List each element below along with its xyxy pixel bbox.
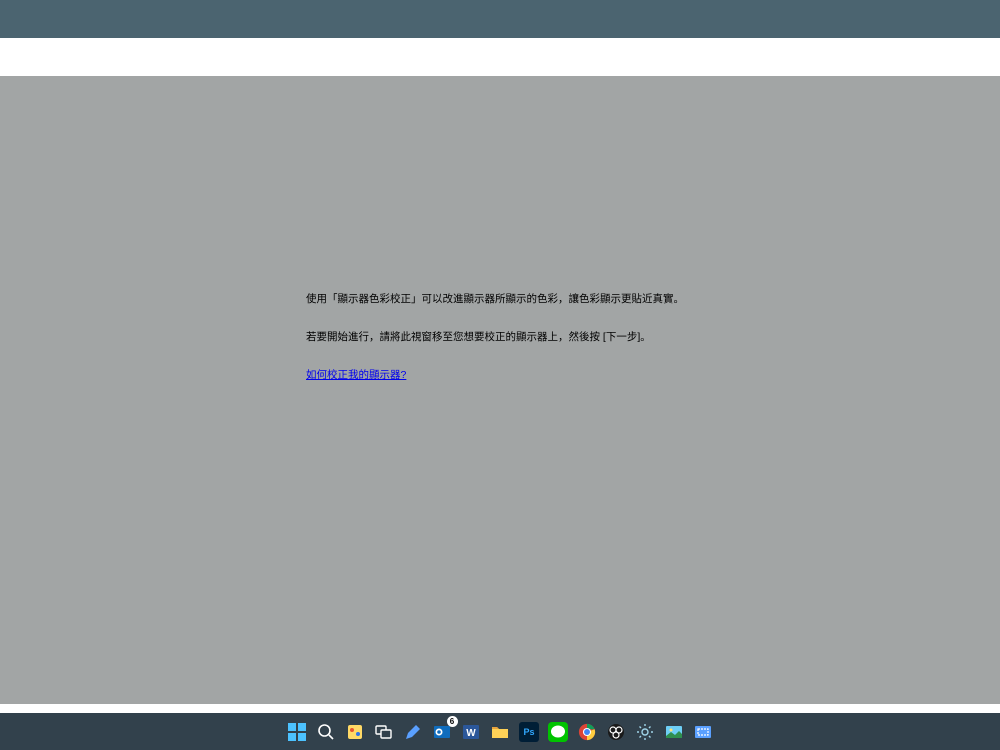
line-icon [548, 722, 568, 742]
dialog-paragraph-2: 若要開始進行，請將此視窗移至您想要校正的顯示器上，然後按 [下一步]。 [306, 330, 806, 346]
help-link[interactable]: 如何校正我的顯示器? [306, 369, 406, 381]
taskbar-app-outlook[interactable]: 6 [430, 719, 455, 744]
taskbar: 6 W Ps [0, 713, 1000, 750]
taskbar-app-1[interactable] [343, 719, 368, 744]
windows-icon [288, 723, 306, 741]
taskbar-app-photoshop[interactable]: Ps [517, 719, 542, 744]
dialog-paragraph-1: 使用「顯示器色彩校正」可以改進顯示器所顯示的色彩，讓色彩顯示更貼近真實。 [306, 292, 806, 308]
chrome-icon [578, 723, 596, 741]
taskbar-app-obs[interactable] [604, 719, 629, 744]
taskbar-app-line[interactable] [546, 719, 571, 744]
taskbar-app-imageviewer[interactable] [662, 719, 687, 744]
task-view-button[interactable] [372, 719, 397, 744]
window-titlebar [0, 0, 1000, 38]
outlook-badge: 6 [447, 716, 458, 727]
photoshop-icon: Ps [519, 722, 539, 742]
folder-icon [491, 723, 509, 741]
svg-text:W: W [466, 728, 476, 739]
image-icon [665, 723, 683, 741]
taskbar-app-word[interactable]: W [459, 719, 484, 744]
pen-icon [404, 723, 422, 741]
search-button[interactable] [314, 719, 339, 744]
content-area: 使用「顯示器色彩校正」可以改進顯示器所顯示的色彩，讓色彩顯示更貼近真實。 若要開… [0, 76, 1000, 704]
snip-icon [694, 723, 712, 741]
app-icon-colorful [346, 723, 364, 741]
obs-icon [607, 723, 625, 741]
gear-icon [636, 723, 654, 741]
taskbar-app-pen[interactable] [401, 719, 426, 744]
taskbar-app-snip[interactable] [691, 719, 716, 744]
start-button[interactable] [285, 719, 310, 744]
taskbar-app-explorer[interactable] [488, 719, 513, 744]
task-view-icon [375, 723, 393, 741]
taskbar-app-chrome[interactable] [575, 719, 600, 744]
search-icon [317, 723, 335, 741]
taskbar-top-border [0, 704, 1000, 713]
taskbar-app-settings[interactable] [633, 719, 658, 744]
word-icon: W [462, 723, 480, 741]
calibration-dialog-text: 使用「顯示器色彩校正」可以改進顯示器所顯示的色彩，讓色彩顯示更貼近真實。 若要開… [306, 292, 806, 383]
window-header-gap [0, 38, 1000, 76]
